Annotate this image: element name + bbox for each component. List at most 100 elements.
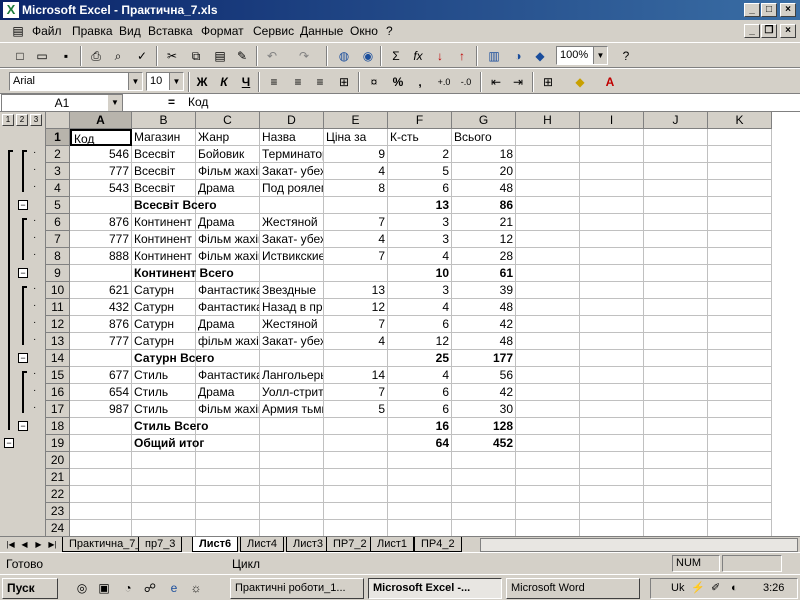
row-header[interactable]: 19 xyxy=(46,435,70,452)
row-header[interactable]: 22 xyxy=(46,486,70,503)
table-cell[interactable] xyxy=(644,384,708,401)
row-header[interactable]: 6 xyxy=(46,214,70,231)
column-header-g[interactable]: G xyxy=(452,112,516,129)
menu-data[interactable]: Данные xyxy=(300,24,343,38)
table-cell[interactable] xyxy=(324,503,388,520)
table-cell[interactable] xyxy=(388,486,452,503)
table-cell[interactable] xyxy=(516,248,580,265)
table-cell[interactable]: 39 xyxy=(452,282,516,299)
spelling-icon[interactable]: ✓ xyxy=(132,46,152,66)
table-cell[interactable] xyxy=(452,486,516,503)
table-cell[interactable] xyxy=(70,418,132,435)
table-cell[interactable]: Код xyxy=(70,129,132,146)
table-cell[interactable] xyxy=(388,503,452,520)
chart-wizard-icon[interactable]: ▥ xyxy=(484,46,504,66)
table-cell[interactable] xyxy=(708,435,772,452)
table-cell[interactable]: Бойовик xyxy=(196,146,260,163)
menu-window[interactable]: Окно xyxy=(350,24,378,38)
table-cell[interactable] xyxy=(644,418,708,435)
table-cell[interactable] xyxy=(70,503,132,520)
table-cell[interactable]: Континент xyxy=(132,248,196,265)
quicklaunch-icon[interactable]: ☼ xyxy=(186,578,206,598)
align-left-icon[interactable]: ≡ xyxy=(264,72,284,92)
table-cell[interactable] xyxy=(260,520,324,536)
sort-ascending-icon[interactable]: ↓ xyxy=(430,46,450,66)
table-cell[interactable]: Всього xyxy=(452,129,516,146)
bold-button[interactable]: Ж xyxy=(192,72,212,92)
borders-icon[interactable]: ⊞ xyxy=(538,72,558,92)
table-cell[interactable] xyxy=(580,350,644,367)
column-header-e[interactable]: E xyxy=(324,112,388,129)
table-cell[interactable]: 12 xyxy=(388,333,452,350)
table-cell[interactable]: 61 xyxy=(452,265,516,282)
table-cell[interactable]: 177 xyxy=(452,350,516,367)
table-cell[interactable]: 18 xyxy=(452,146,516,163)
table-cell[interactable] xyxy=(452,520,516,536)
table-cell[interactable]: Лангольеры xyxy=(260,367,324,384)
font-name-select[interactable]: Arial ▼ xyxy=(9,72,143,91)
menu-edit[interactable]: Правка xyxy=(72,24,113,38)
table-cell[interactable] xyxy=(70,350,132,367)
close-icon[interactable]: × xyxy=(780,3,796,17)
column-header-d[interactable]: D xyxy=(260,112,324,129)
table-cell[interactable] xyxy=(580,231,644,248)
table-cell[interactable] xyxy=(580,384,644,401)
column-header-f[interactable]: F xyxy=(388,112,452,129)
table-cell[interactable] xyxy=(516,146,580,163)
table-cell[interactable] xyxy=(132,503,196,520)
table-cell[interactable] xyxy=(580,418,644,435)
table-cell[interactable]: 654 xyxy=(70,384,132,401)
table-cell[interactable] xyxy=(708,180,772,197)
table-cell[interactable] xyxy=(580,333,644,350)
table-cell[interactable]: Стиль Всего xyxy=(132,418,208,435)
office-assistant-icon[interactable]: ? xyxy=(616,46,636,66)
table-cell[interactable] xyxy=(708,469,772,486)
table-cell[interactable] xyxy=(196,503,260,520)
collapse-group-icon[interactable]: − xyxy=(18,421,28,431)
table-cell[interactable] xyxy=(70,469,132,486)
table-cell[interactable]: 9 xyxy=(324,146,388,163)
table-cell[interactable]: 888 xyxy=(70,248,132,265)
collapse-group-icon[interactable]: − xyxy=(18,353,28,363)
table-cell[interactable] xyxy=(260,486,324,503)
table-cell[interactable]: 6 xyxy=(388,384,452,401)
row-header[interactable]: 12 xyxy=(46,316,70,333)
table-cell[interactable]: Сатурн xyxy=(132,299,196,316)
table-cell[interactable]: Континент xyxy=(132,231,196,248)
table-cell[interactable] xyxy=(196,469,260,486)
table-cell[interactable] xyxy=(644,452,708,469)
doc-close-icon[interactable]: × xyxy=(780,24,796,38)
table-cell[interactable] xyxy=(516,520,580,536)
sheet-tab[interactable]: Лист4 xyxy=(240,537,285,552)
align-center-icon[interactable]: ≡ xyxy=(288,72,308,92)
table-cell[interactable] xyxy=(580,452,644,469)
table-cell[interactable]: Фільм жахів xyxy=(196,401,260,418)
table-cell[interactable] xyxy=(644,299,708,316)
table-cell[interactable]: Драма xyxy=(196,214,260,231)
currency-icon[interactable]: ¤ xyxy=(364,72,384,92)
table-cell[interactable]: 777 xyxy=(70,231,132,248)
sheet-tab[interactable]: Лист3 xyxy=(286,537,331,552)
column-header-a[interactable]: A xyxy=(70,112,132,129)
table-cell[interactable]: Сатурн xyxy=(132,316,196,333)
table-cell[interactable] xyxy=(516,435,580,452)
table-cell[interactable] xyxy=(708,265,772,282)
table-cell[interactable] xyxy=(644,282,708,299)
table-cell[interactable]: 432 xyxy=(70,299,132,316)
table-cell[interactable] xyxy=(132,520,196,536)
table-cell[interactable] xyxy=(452,469,516,486)
table-cell[interactable] xyxy=(516,163,580,180)
table-cell[interactable]: 21 xyxy=(452,214,516,231)
table-cell[interactable]: Континент xyxy=(132,214,196,231)
table-cell[interactable] xyxy=(708,418,772,435)
table-cell[interactable]: Магазин xyxy=(132,129,196,146)
table-cell[interactable]: Всесвіт xyxy=(132,163,196,180)
table-cell[interactable] xyxy=(580,146,644,163)
sort-descending-icon[interactable]: ↑ xyxy=(452,46,472,66)
table-cell[interactable] xyxy=(644,129,708,146)
table-cell[interactable] xyxy=(516,384,580,401)
table-cell[interactable] xyxy=(516,265,580,282)
table-cell[interactable] xyxy=(516,452,580,469)
sheet-tab[interactable]: ПР4_2 xyxy=(414,537,462,552)
paste-icon[interactable]: ▤ xyxy=(210,46,230,66)
